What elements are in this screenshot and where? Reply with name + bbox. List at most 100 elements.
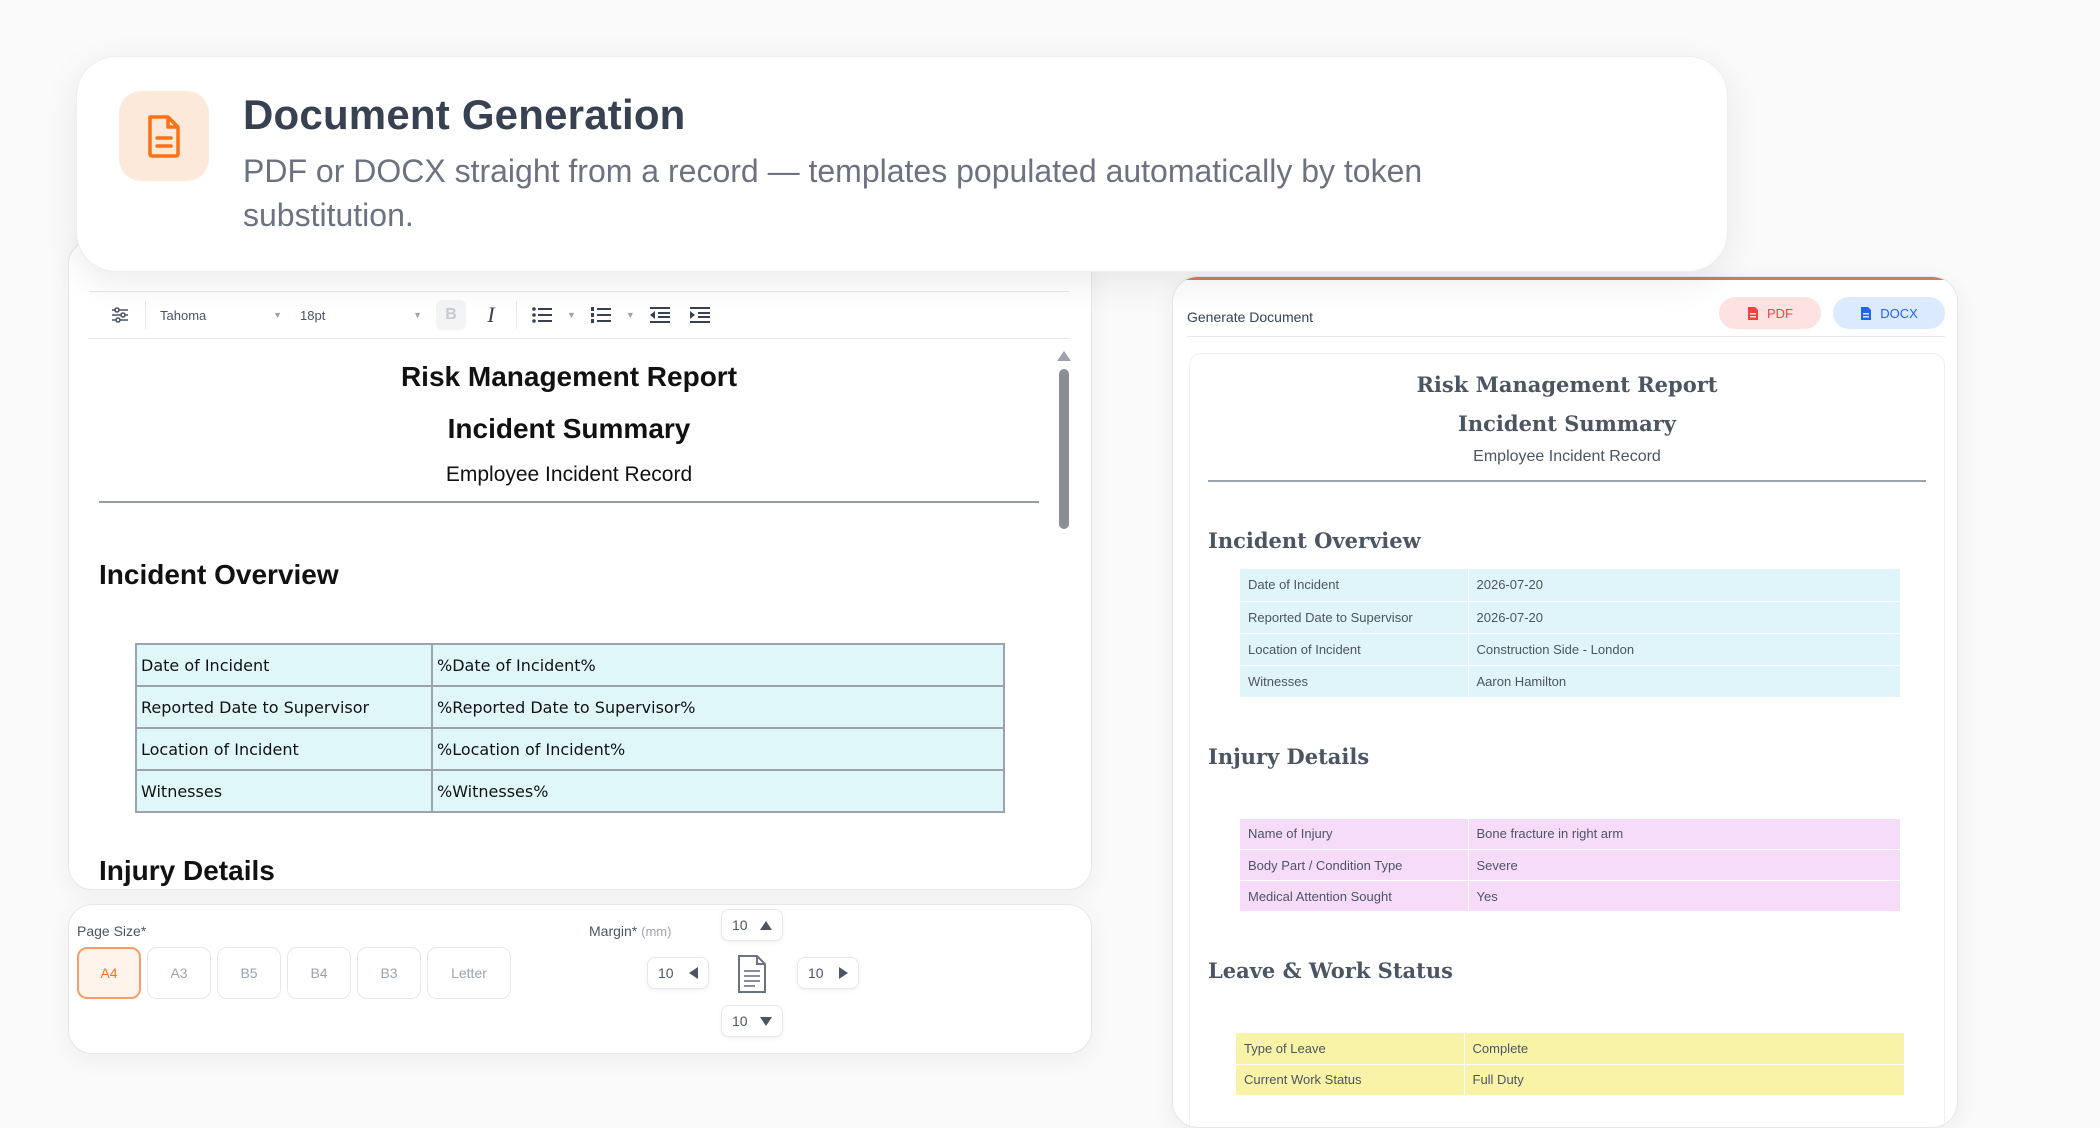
page-size-b3[interactable]: B3 xyxy=(357,947,421,999)
panel-title: Generate Document xyxy=(1187,308,1314,325)
table-row: Witnesses Aaron Hamilton xyxy=(1240,665,1900,698)
margin-label-text: Margin* xyxy=(589,923,638,939)
chevron-down-icon[interactable]: ▼ xyxy=(567,310,576,320)
preview-section-heading: Leave & Work Status xyxy=(1208,958,1453,983)
feature-card: Document Generation PDF or DOCX straight… xyxy=(76,56,1728,272)
feature-description: PDF or DOCX straight from a record — tem… xyxy=(243,153,1423,233)
page-size-b5[interactable]: B5 xyxy=(217,947,281,999)
outdent-icon[interactable] xyxy=(645,300,675,330)
table-row: Current Work Status Full Duty xyxy=(1236,1064,1904,1096)
table-cell-label: Date of Incident xyxy=(1240,569,1469,602)
table-cell-value: 2026-07-20 xyxy=(1468,601,1900,634)
toolbar-divider xyxy=(145,301,146,329)
generate-pdf-button[interactable]: PDF xyxy=(1719,297,1821,329)
table-row: Witnesses %Witnesses% xyxy=(135,769,1005,813)
table-row: Reported Date to Supervisor 2026-07-20 xyxy=(1240,601,1900,634)
generate-docx-button[interactable]: DOCX xyxy=(1833,297,1945,329)
doc-record-label: Employee Incident Record xyxy=(445,463,693,486)
bullet-list-icon[interactable] xyxy=(527,300,557,330)
table-row: Name of Injury Bone fracture in right arm xyxy=(1240,818,1900,850)
bold-button[interactable]: B xyxy=(436,300,466,330)
indent-icon[interactable] xyxy=(685,300,715,330)
template-editor: Tahoma ▼ 18pt ▼ B I ▼ ▼ Risk Management … xyxy=(68,240,1092,890)
chevron-down-icon[interactable]: ▼ xyxy=(626,310,635,320)
docx-file-icon xyxy=(1861,306,1872,320)
table-cell-value: Full Duty xyxy=(1464,1064,1904,1096)
preview-divider xyxy=(1208,480,1926,482)
table-cell-label: Date of Incident xyxy=(135,643,433,687)
table-row: Date of Incident %Date of Incident% xyxy=(135,643,1005,687)
font-size-select[interactable]: 18pt ▼ xyxy=(296,300,426,330)
scroll-up-icon[interactable] xyxy=(1057,351,1071,361)
editor-toolbar: Tahoma ▼ 18pt ▼ B I ▼ ▼ xyxy=(89,291,1069,339)
italic-button[interactable]: I xyxy=(476,300,506,330)
table-cell-value: Complete xyxy=(1464,1033,1904,1065)
doc-divider xyxy=(99,501,1039,503)
table-cell-label: Location of Incident xyxy=(1240,633,1469,666)
scrollbar-thumb[interactable] xyxy=(1059,369,1069,529)
table-cell-token: %Location of Incident% xyxy=(431,727,1005,771)
page-preview-icon xyxy=(737,955,767,998)
preview-table-injury: Name of Injury Bone fracture in right arm… xyxy=(1240,818,1900,912)
arrow-left-icon[interactable] xyxy=(689,967,698,979)
page-size-a3[interactable]: A3 xyxy=(147,947,211,999)
preview-table-leave: Type of Leave Complete Current Work Statu… xyxy=(1236,1033,1904,1096)
arrow-down-icon[interactable] xyxy=(760,1016,772,1026)
table-cell-label: Reported Date to Supervisor xyxy=(135,685,433,729)
generate-document-panel: Generate Document PDF DOCX Risk Manageme… xyxy=(1172,276,1958,1128)
page-size-b4[interactable]: B4 xyxy=(287,947,351,999)
template-table: Date of Incident %Date of Incident% Repo… xyxy=(135,643,1005,813)
preview-record-label: Employee Incident Record xyxy=(1473,448,1661,465)
table-cell-label: Body Part / Condition Type xyxy=(1240,849,1469,881)
toolbar-divider xyxy=(516,301,517,329)
margin-right-value: 10 xyxy=(808,965,824,981)
docx-button-label: DOCX xyxy=(1880,305,1918,321)
table-cell-value: Aaron Hamilton xyxy=(1468,665,1900,698)
margin-bottom-value: 10 xyxy=(732,1013,748,1029)
margin-right-stepper[interactable]: 10 xyxy=(797,957,859,989)
table-cell-token: %Date of Incident% xyxy=(431,643,1005,687)
page-size-letter[interactable]: Letter xyxy=(427,947,511,999)
table-cell-value: Bone fracture in right arm xyxy=(1468,818,1900,850)
margin-top-stepper[interactable]: 10 xyxy=(721,909,783,941)
table-row: Reported Date to Supervisor %Reported Da… xyxy=(135,685,1005,729)
table-cell-label: Reported Date to Supervisor xyxy=(1240,601,1469,634)
margin-left-stepper[interactable]: 10 xyxy=(647,957,709,989)
table-row: Body Part / Condition Type Severe xyxy=(1240,849,1900,881)
page-settings-panel: Page Size* A4 A3 B5 B4 B3 Letter Margin*… xyxy=(68,904,1092,1054)
document-preview: Risk Management Report Incident Summary … xyxy=(1189,353,1945,1127)
page-size-a4[interactable]: A4 xyxy=(77,947,141,999)
arrow-right-icon[interactable] xyxy=(839,967,848,979)
margin-unit: (mm) xyxy=(641,924,672,939)
pdf-button-label: PDF xyxy=(1767,305,1793,321)
doc-title: Risk Management Report xyxy=(400,361,738,392)
numbered-list-icon[interactable] xyxy=(586,300,616,330)
margin-bottom-stepper[interactable]: 10 xyxy=(721,1005,783,1037)
table-cell-label: Current Work Status xyxy=(1236,1064,1465,1096)
chevron-down-icon: ▼ xyxy=(413,310,422,320)
preview-section-heading: Incident Overview xyxy=(1208,528,1421,553)
arrow-up-icon[interactable] xyxy=(760,920,772,930)
table-cell-label: Witnesses xyxy=(135,769,433,813)
preview-table-incident: Date of Incident 2026-07-20 Reported Date… xyxy=(1240,569,1900,698)
panel-accent-bar xyxy=(1173,277,1957,280)
editor-document[interactable]: Risk Management Report Incident Summary … xyxy=(89,341,1049,889)
table-cell-value: Severe xyxy=(1468,849,1900,881)
table-cell-token: %Reported Date to Supervisor% xyxy=(431,685,1005,729)
table-row: Location of Incident Construction Side - … xyxy=(1240,633,1900,666)
feature-title: Document Generation xyxy=(243,91,686,138)
margin-label: Margin* (mm) xyxy=(589,923,671,939)
editor-scrollbar[interactable] xyxy=(1057,351,1071,889)
table-cell-label: Type of Leave xyxy=(1236,1033,1465,1065)
table-cell-value: Yes xyxy=(1468,880,1900,912)
doc-section-heading: Injury Details xyxy=(99,855,275,886)
pdf-file-icon xyxy=(1748,306,1758,320)
table-cell-value: 2026-07-20 xyxy=(1468,569,1900,602)
chevron-down-icon: ▼ xyxy=(273,310,282,320)
table-row: Location of Incident %Location of Incide… xyxy=(135,727,1005,771)
font-family-select[interactable]: Tahoma ▼ xyxy=(156,300,286,330)
table-cell-label: Medical Attention Sought xyxy=(1240,880,1469,912)
margin-top-value: 10 xyxy=(732,917,748,933)
preview-section-heading: Injury Details xyxy=(1208,743,1370,769)
settings-sliders-icon[interactable] xyxy=(105,300,135,330)
